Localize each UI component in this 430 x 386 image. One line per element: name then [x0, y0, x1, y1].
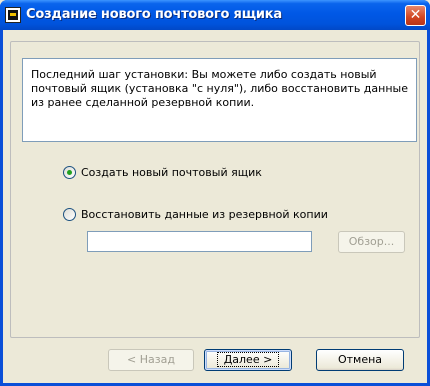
- close-icon: ✕: [409, 7, 422, 23]
- backup-path-input[interactable]: [87, 231, 312, 252]
- next-button[interactable]: Далее >: [204, 349, 292, 371]
- radio-create-new[interactable]: [63, 166, 76, 179]
- next-button-label: Далее >: [216, 352, 280, 367]
- title-bar[interactable]: Создание нового почтового ящика ✕: [0, 0, 430, 30]
- dialog-body: Последний шаг установки: Вы можете либо …: [3, 30, 427, 383]
- window-title: Создание нового почтового ящика: [26, 7, 282, 22]
- cancel-button[interactable]: Отмена: [316, 349, 404, 371]
- radio-restore-backup[interactable]: [63, 208, 76, 221]
- info-text: Последний шаг установки: Вы можете либо …: [22, 58, 417, 142]
- options-group: Последний шаг установки: Вы можете либо …: [10, 41, 420, 338]
- option-restore-backup-label[interactable]: Восстановить данные из резервной копии: [81, 208, 328, 221]
- option-restore-backup[interactable]: Восстановить данные из резервной копии: [63, 208, 328, 221]
- back-button[interactable]: < Назад: [108, 349, 194, 371]
- browse-button[interactable]: Обзор...: [338, 231, 405, 253]
- option-create-new[interactable]: Создать новый почтовый ящик: [63, 166, 262, 179]
- app-icon: [5, 7, 21, 23]
- option-create-new-label[interactable]: Создать новый почтовый ящик: [81, 166, 262, 179]
- dialog-window: Создание нового почтового ящика ✕ Послед…: [0, 0, 430, 386]
- close-button[interactable]: ✕: [405, 5, 426, 26]
